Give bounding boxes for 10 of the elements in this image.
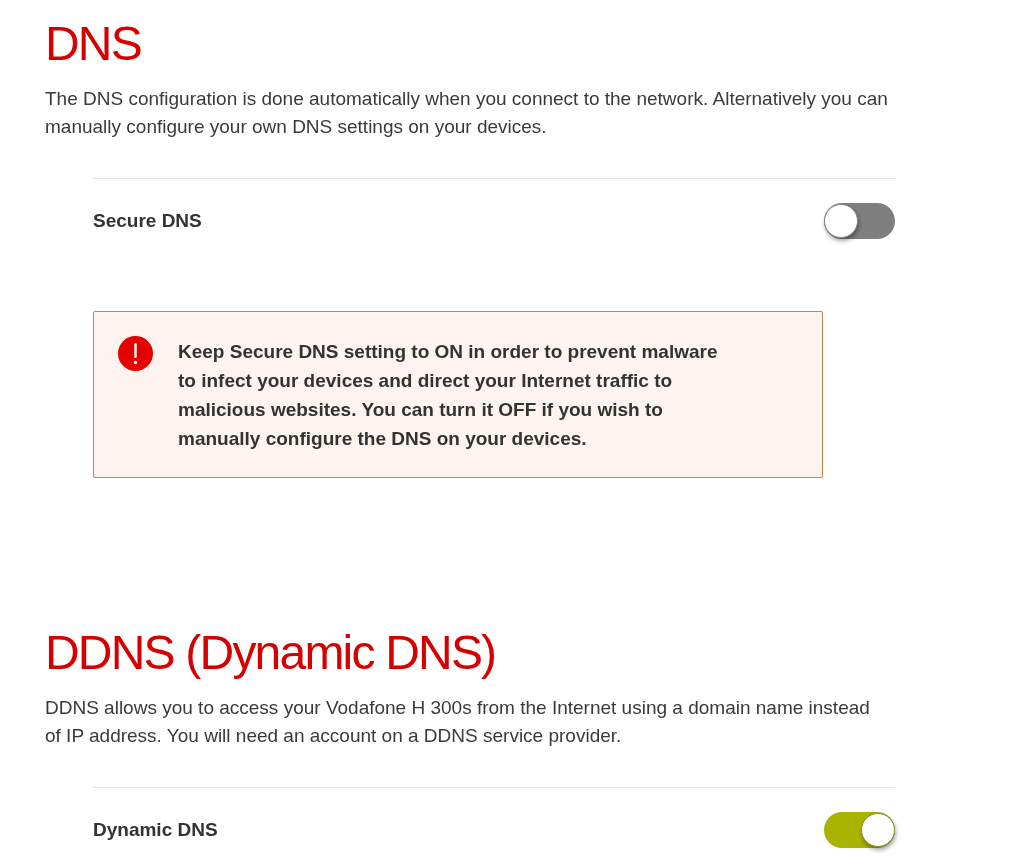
section-heading: DDNS (Dynamic DNS) — [45, 625, 496, 681]
setting-label: Secure DNS — [93, 209, 202, 233]
exclamation-icon — [118, 336, 153, 371]
toggle-switch[interactable] — [824, 812, 895, 848]
warning-message: Keep Secure DNS setting to ON in order to prevent malware to infect your devices and direct your Internet traffic to malicious websites. You can turn it OFF if you wish to manually configure the DNS on your devices. — [178, 340, 718, 451]
section-heading: DNS — [45, 16, 141, 72]
section-description: The DNS configuration is done automatically when you connect to the network. Alternatively you can manually configure your own DNS settings on your devices. — [45, 87, 888, 139]
section-description: DDNS allows you to access your Vodafone H 300s from the Internet using a domain name instead of IP address. You will need an account on a DDNS service provider. — [45, 696, 870, 748]
setting-label: Dynamic DNS — [93, 818, 218, 842]
toggle-switch[interactable] — [824, 203, 895, 239]
